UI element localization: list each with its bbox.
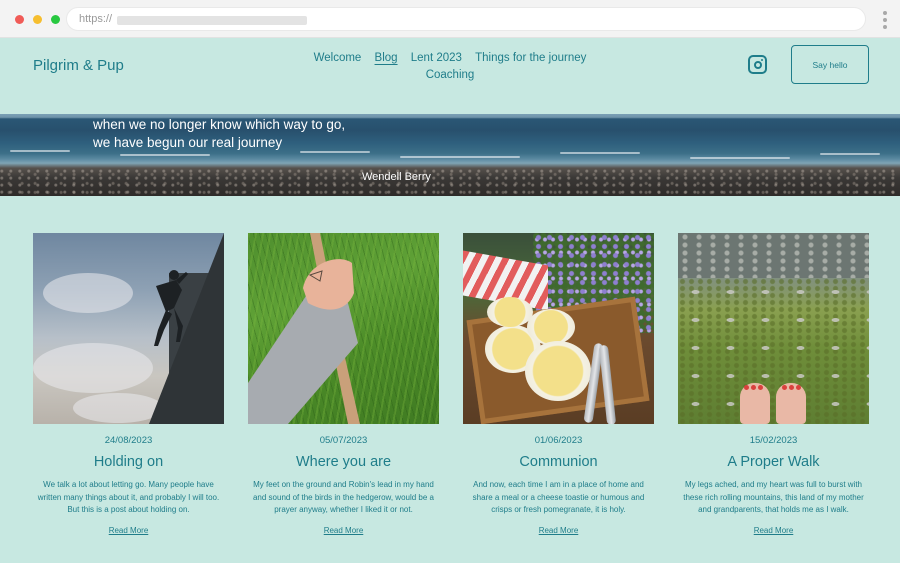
read-more-link[interactable]: Read More <box>324 526 364 535</box>
post-image-climber[interactable] <box>33 233 224 424</box>
main-nav: Welcome Blog Lent 2023 Things for the jo… <box>300 50 600 84</box>
quote-author: Wendell Berry <box>362 171 431 183</box>
post-excerpt: My legs ached, and my heart was full to … <box>683 480 864 514</box>
post-date: 05/07/2023 <box>319 435 368 446</box>
post-card: 15/02/2023 A Proper Walk My legs ached, … <box>678 233 869 538</box>
hand-with-stick <box>248 233 360 424</box>
wave <box>820 153 880 155</box>
post-image-custard[interactable] <box>463 233 654 424</box>
post-excerpt: And now, each time I am in a place of ho… <box>472 480 645 514</box>
nav-lent-2023[interactable]: Lent 2023 <box>411 52 462 64</box>
post-title[interactable]: Where you are <box>248 454 439 470</box>
post-title[interactable]: Communion <box>463 454 654 470</box>
browser-menu-icon[interactable] <box>883 11 887 29</box>
post-date: 15/02/2023 <box>749 435 798 446</box>
post-card: 01/06/2023 Communion And now, each time … <box>463 233 654 538</box>
post-image-walk[interactable] <box>678 233 869 424</box>
url-redacted <box>117 16 307 25</box>
post-title[interactable]: Holding on <box>33 454 224 470</box>
post-date: 24/08/2023 <box>104 435 153 446</box>
browser-chrome: https:// <box>0 0 900 38</box>
close-window-button[interactable] <box>15 15 24 24</box>
post-card: 24/08/2023 Holding on We talk a lot abou… <box>33 233 224 538</box>
url-text: https:// <box>79 13 113 25</box>
read-more-link[interactable]: Read More <box>754 526 794 535</box>
wave <box>10 150 70 152</box>
read-more-link[interactable]: Read More <box>109 526 149 535</box>
post-excerpt: My feet on the ground and Robin's lead i… <box>252 480 435 514</box>
quote-line-1: when we no longer know which way to go, <box>93 117 346 132</box>
hero-quote: when we no longer know which way to go, … <box>93 116 345 152</box>
post-card: 05/07/2023 Where you are My feet on the … <box>248 233 439 538</box>
climber-silhouette <box>154 270 188 346</box>
post-title[interactable]: A Proper Walk <box>678 454 869 470</box>
quote-line-2: we have begun our real journey <box>93 135 283 150</box>
minimize-window-button[interactable] <box>33 15 42 24</box>
nav-blog[interactable]: Blog <box>375 52 398 64</box>
wave <box>400 156 520 158</box>
nav-welcome[interactable]: Welcome <box>314 52 362 64</box>
wave <box>560 152 640 154</box>
wave <box>690 157 790 159</box>
instagram-icon[interactable] <box>748 55 767 74</box>
post-date: 01/06/2023 <box>534 435 583 446</box>
say-hello-button[interactable]: Say hello <box>791 45 869 84</box>
pebble-beach <box>0 169 900 196</box>
wave <box>120 154 210 156</box>
hero-banner: when we no longer know which way to go, … <box>0 114 900 196</box>
feet <box>738 383 808 424</box>
maximize-window-button[interactable] <box>51 15 60 24</box>
address-bar[interactable]: https:// <box>66 7 866 31</box>
read-more-link[interactable]: Read More <box>539 526 579 535</box>
post-image-hand-stick[interactable] <box>248 233 439 424</box>
post-excerpt: We talk a lot about letting go. Many peo… <box>37 480 220 514</box>
nav-coaching[interactable]: Coaching <box>426 69 475 81</box>
nav-things-for-the-journey[interactable]: Things for the journey <box>475 52 586 64</box>
site-logo[interactable]: Pilgrim & Pup <box>33 57 124 74</box>
site-header: Pilgrim & Pup Welcome Blog Lent 2023 Thi… <box>0 38 900 114</box>
